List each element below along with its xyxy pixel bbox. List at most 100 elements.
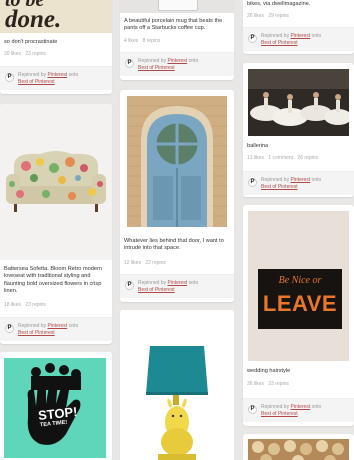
pin-card-procrastinate[interactable]: to be done. so don't procrastinate 20 li… [0,0,112,94]
likes-count: 13 likes [247,155,264,161]
sign-line2: LEAVE [262,291,338,316]
pinterest-icon[interactable]: P [125,59,134,68]
pin-card-bikes[interactable]: bikes, via dwellmagazine. 26 likes 29 re… [243,0,354,54]
ballerina-illustration [248,69,349,136]
pinterest-icon[interactable]: P [5,324,14,333]
pinterest-icon[interactable]: P [248,34,257,43]
pin-description: Battersea Sofetta. Bloom Retro modern lo… [4,266,102,295]
pinterest-icon[interactable]: P [248,405,257,414]
pin-stats: 18 likes 23 repins [4,302,108,308]
sign-line1: Be Nice or [278,275,322,286]
repinned-attribution: P Repinned by Pinterest onto Best of Pin… [0,66,112,90]
repinned-attribution: P Repinned by Pinterest onto Best of Pin… [0,317,112,341]
repinned-prefix: Repinned by [261,33,290,39]
repinned-board-link[interactable]: Best of Pinterest [261,184,298,190]
repins-count: 29 repins [268,13,289,19]
likes-count: 18 likes [4,302,21,308]
repinned-prefix: Repinned by [261,404,290,410]
pinterest-icon[interactable]: P [5,73,14,82]
repins-count: 23 repins [25,51,46,57]
pin-stats: 12 likes 22 repins [124,260,230,266]
pin-image-done-typography[interactable]: to be done. [0,0,112,33]
repinned-onto: onto [188,58,199,64]
repinned-user-link[interactable]: Pinterest [47,323,67,329]
pin-stats: 26 likes 29 repins [247,13,350,19]
pin-card-cookies[interactable] [243,434,354,460]
repins-count: 22 repins [145,260,166,266]
pin-stats: 20 likes 23 repins [4,51,108,57]
repinned-onto: onto [311,33,322,39]
pin-card-door[interactable]: Whatever lies behind that door, I want t… [120,90,234,302]
pin-image-be-nice-sign[interactable]: Be Nice or LEAVE [248,211,349,361]
repinned-onto: onto [311,404,322,410]
repinned-onto: onto [68,72,79,78]
repinned-user-link[interactable]: Pinterest [167,58,187,64]
repins-count: 26 repins [297,155,319,161]
pin-image-cookies[interactable] [248,439,349,460]
pin-image-ballerina[interactable] [248,69,349,136]
pin-card-be-nice[interactable]: Be Nice or LEAVE wedding hairstyle 36 li… [243,205,354,426]
pin-card-mug[interactable]: A beautiful porcelain mug that beats the… [120,0,234,80]
pinterest-icon[interactable]: P [125,281,134,290]
repinned-attribution: P Repinned by Pinterest onto Best of Pin… [243,27,354,51]
comments-count: 1 comment [268,155,294,161]
pin-card-lamp[interactable] [120,310,234,460]
repinned-prefix: Repinned by [18,72,47,78]
pin-stats: 36 likes 33 repins [247,381,350,387]
repinned-attribution: P Repinned by Pinterest onto Best of Pin… [120,52,234,76]
repinned-onto: onto [68,323,79,329]
repinned-user-link[interactable]: Pinterest [47,72,67,78]
repinned-board-link[interactable]: Best of Pinterest [18,330,55,336]
repinned-board-link[interactable]: Best of Pinterest [18,79,55,85]
repinned-attribution: P Repinned by Pinterest onto Best of Pin… [243,171,354,195]
pin-description: ballerina [247,143,269,149]
repins-count: 8 repins [142,38,161,44]
pin-description: bikes, via dwellmagazine. [247,1,311,7]
pin-image-porcelain-mug[interactable] [120,0,234,13]
pin-card-sofa[interactable]: Battersea Sofetta. Bloom Retro modern lo… [0,104,112,344]
likes-count: 12 likes [124,260,141,266]
repinned-user-link[interactable]: Pinterest [290,177,310,183]
mug-shape [158,0,198,11]
pin-card-ballerina[interactable]: ballerina 13 likes 1 comment 26 repins P… [243,63,354,197]
pin-image-tea-time-poster[interactable]: STOP! TEA TIME! [4,358,106,458]
sign-board: Be Nice or LEAVE [258,269,342,329]
repinned-board-link[interactable]: Best of Pinterest [138,65,175,71]
repinned-board-link[interactable]: Best of Pinterest [261,411,298,417]
pinterest-icon[interactable]: P [248,178,257,187]
repinned-attribution: P Repinned by Pinterest onto Best of Pin… [243,398,354,422]
headline-line2: done. [5,6,62,33]
repinned-user-link[interactable]: Pinterest [167,280,187,286]
likes-count: 20 likes [4,51,21,57]
sofa-illustration [6,151,106,212]
door-illustration [127,96,227,227]
repinned-board-link[interactable]: Best of Pinterest [261,40,298,46]
cookies-illustration [248,439,349,460]
repinned-prefix: Repinned by [18,323,47,329]
repinned-user-link[interactable]: Pinterest [290,33,310,39]
repinned-user-link[interactable]: Pinterest [290,404,310,410]
likes-count: 4 likes [124,38,139,44]
pin-card-tea-time[interactable]: STOP! TEA TIME! [0,352,112,460]
pin-image-blue-door[interactable] [127,96,227,227]
likes-count: 36 likes [247,381,264,387]
repinned-onto: onto [311,177,322,183]
pin-description: so don't procrastinate [4,39,58,45]
repinned-board-link[interactable]: Best of Pinterest [138,287,175,293]
repins-count: 33 repins [268,381,289,387]
pin-image-bunny-lamp[interactable] [120,310,234,460]
repinned-prefix: Repinned by [138,58,167,64]
pin-image-floral-sofa[interactable] [0,104,112,260]
repinned-onto: onto [188,280,199,286]
pin-stats: 4 likes 8 repins [124,38,230,44]
repinned-prefix: Repinned by [138,280,167,286]
pin-description: wedding hairstyle [247,368,291,374]
likes-count: 26 likes [247,13,264,19]
repinned-prefix: Repinned by [261,177,290,183]
repins-count: 23 repins [25,302,46,308]
pin-description: A beautiful porcelain mug that beats the… [124,18,223,32]
lamp-illustration [146,346,208,460]
pin-description: Whatever lies behind that door, I want t… [124,238,224,252]
pin-stats: 13 likes 1 comment 26 repins [247,155,350,161]
repinned-attribution: P Repinned by Pinterest onto Best of Pin… [120,274,234,298]
